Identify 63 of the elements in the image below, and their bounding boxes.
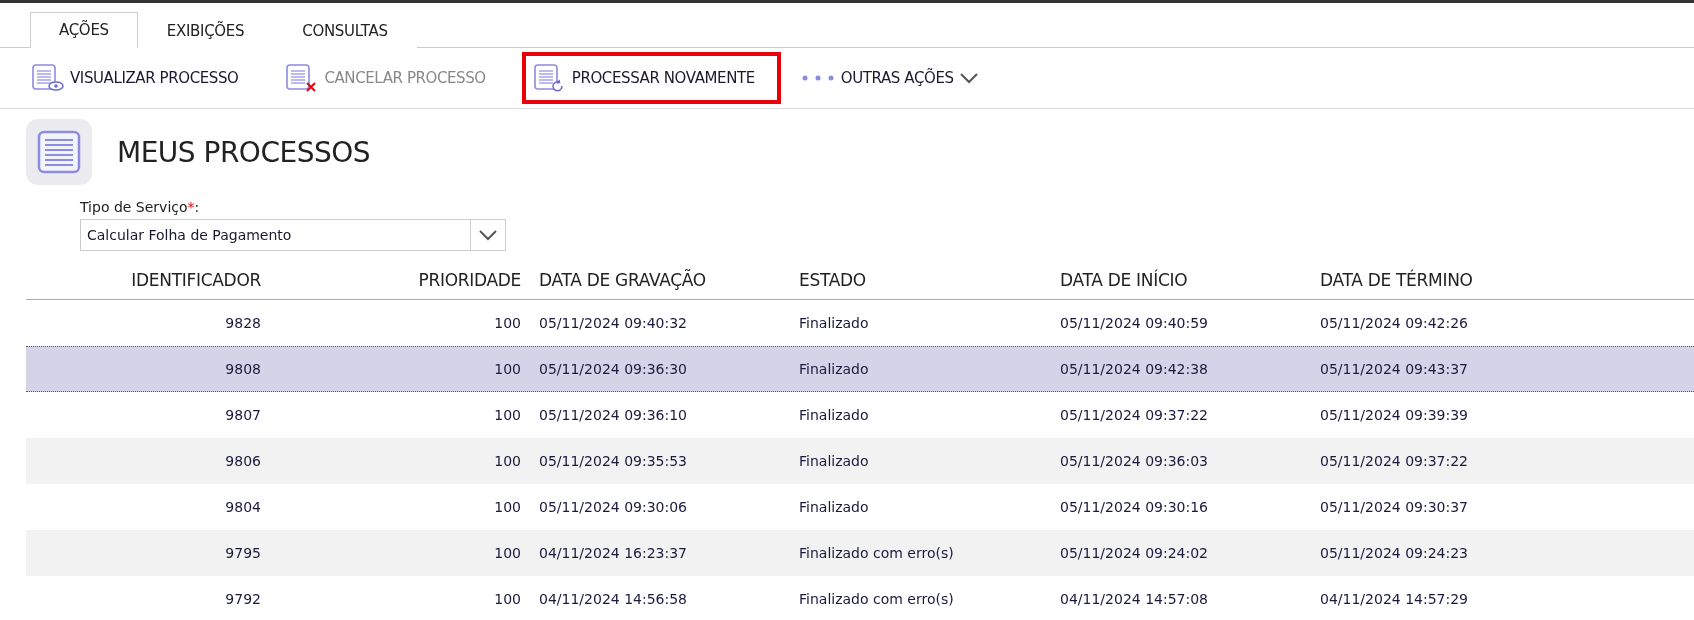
column-header[interactable]: DATA DE GRAVAÇÃO xyxy=(539,270,799,290)
table-row[interactable]: 9806 100 05/11/2024 09:35:53 Finalizado 05/11/2024 09:36:03 05/11/2024 09:37:22 xyxy=(26,438,1694,484)
table-cell-text: 100 xyxy=(493,315,522,331)
chevron-down-icon xyxy=(479,229,497,241)
table-cell-text: 9807 xyxy=(224,407,262,423)
table-cell-text: 9795 xyxy=(224,545,262,561)
table-cell-text: 9792 xyxy=(224,591,262,607)
table-cell-text: 05/11/2024 09:30:16 xyxy=(1060,499,1210,515)
document-eye-icon xyxy=(30,63,64,93)
table-cell-text: 05/11/2024 09:30:06 xyxy=(539,499,689,515)
document-cross-icon xyxy=(284,63,319,93)
table-cell-text: 100 xyxy=(493,499,522,515)
table-cell-text: 05/11/2024 09:39:39 xyxy=(1320,407,1470,423)
table-cell-text: Finalizado xyxy=(799,499,870,515)
table-cell-text: Finalizado xyxy=(799,407,870,423)
table-cell-text: 05/11/2024 09:36:10 xyxy=(539,407,689,423)
table-cell-text: 05/11/2024 09:37:22 xyxy=(1060,407,1210,423)
table-cell-text: 05/11/2024 09:40:32 xyxy=(539,315,689,331)
table-cell-text: 05/11/2024 09:40:59 xyxy=(1060,315,1210,331)
table-cell-text: 05/11/2024 09:37:22 xyxy=(1320,453,1470,469)
table-cell-text: 9828 xyxy=(224,315,262,331)
table-cell-text: 9804 xyxy=(224,499,262,515)
table-cell-text: 100 xyxy=(493,361,522,377)
table-cell-text: 05/11/2024 09:35:53 xyxy=(539,453,689,469)
table-cell-text: Finalizado xyxy=(799,361,870,377)
table-cell-text: 9808 xyxy=(224,361,262,377)
table-cell-text: 04/11/2024 14:56:58 xyxy=(539,591,689,607)
table-cell-text: 05/11/2024 09:42:26 xyxy=(1320,315,1470,331)
column-header[interactable]: DATA DE TÉRMINO xyxy=(1320,270,1694,290)
column-header[interactable]: IDENTIFICADOR xyxy=(26,270,279,290)
table-cell-text: 04/11/2024 14:57:08 xyxy=(1060,591,1210,607)
toolbar-button[interactable]: PROCESSAR NOVAMENTE xyxy=(521,52,781,104)
service-type-dropdown[interactable]: Calcular Folha de Pagamento xyxy=(80,219,506,251)
table-cell-text: Finalizado xyxy=(799,453,870,469)
table-cell-text: 04/11/2024 14:57:29 xyxy=(1320,591,1470,607)
table-cell-text: 05/11/2024 09:36:30 xyxy=(539,361,689,377)
field-label: Tipo de Serviço*: xyxy=(80,199,201,215)
table-cell-text: 05/11/2024 09:30:37 xyxy=(1320,499,1470,515)
list-document-icon xyxy=(26,119,92,185)
table-cell-text: Finalizado com erro(s) xyxy=(799,545,955,561)
column-header[interactable]: PRIORIDADE xyxy=(279,270,539,290)
table-cell-text: 05/11/2024 09:43:37 xyxy=(1320,361,1470,377)
table-cell-text: 100 xyxy=(493,545,522,561)
chevron-down-icon xyxy=(959,72,978,84)
column-header[interactable]: DATA DE INÍCIO xyxy=(1060,270,1320,290)
table-cell-text: 05/11/2024 09:36:03 xyxy=(1060,453,1210,469)
document-refresh-icon xyxy=(531,63,566,93)
dots-icon xyxy=(800,73,835,83)
table-cell-text: 9806 xyxy=(224,453,262,469)
table-cell-text: 05/11/2024 09:24:23 xyxy=(1320,545,1470,561)
table-cell-text: Finalizado com erro(s) xyxy=(799,591,955,607)
page-title: MEUS PROCESSOS xyxy=(117,135,370,169)
tab[interactable]: AÇÕES xyxy=(30,12,138,48)
table-cell-text: 05/11/2024 09:24:02 xyxy=(1060,545,1210,561)
table-cell-text: Finalizado xyxy=(799,315,870,331)
table-row[interactable]: 9808 100 05/11/2024 09:36:30 Finalizado 05/11/2024 09:42:38 05/11/2024 09:43:37 xyxy=(26,346,1694,392)
table-row[interactable]: 9795 100 04/11/2024 16:23:37 Finalizado com erro(s) 05/11/2024 09:24:02 05/11/2024 09:24:23 xyxy=(26,530,1694,576)
table-cell-text: 100 xyxy=(493,591,522,607)
column-header[interactable]: ESTADO xyxy=(799,270,1060,290)
table-cell-text: 100 xyxy=(493,407,522,423)
table-cell-text: 100 xyxy=(493,453,522,469)
table-cell-text: 05/11/2024 09:42:38 xyxy=(1060,361,1210,377)
table-cell-text: 04/11/2024 16:23:37 xyxy=(539,545,689,561)
